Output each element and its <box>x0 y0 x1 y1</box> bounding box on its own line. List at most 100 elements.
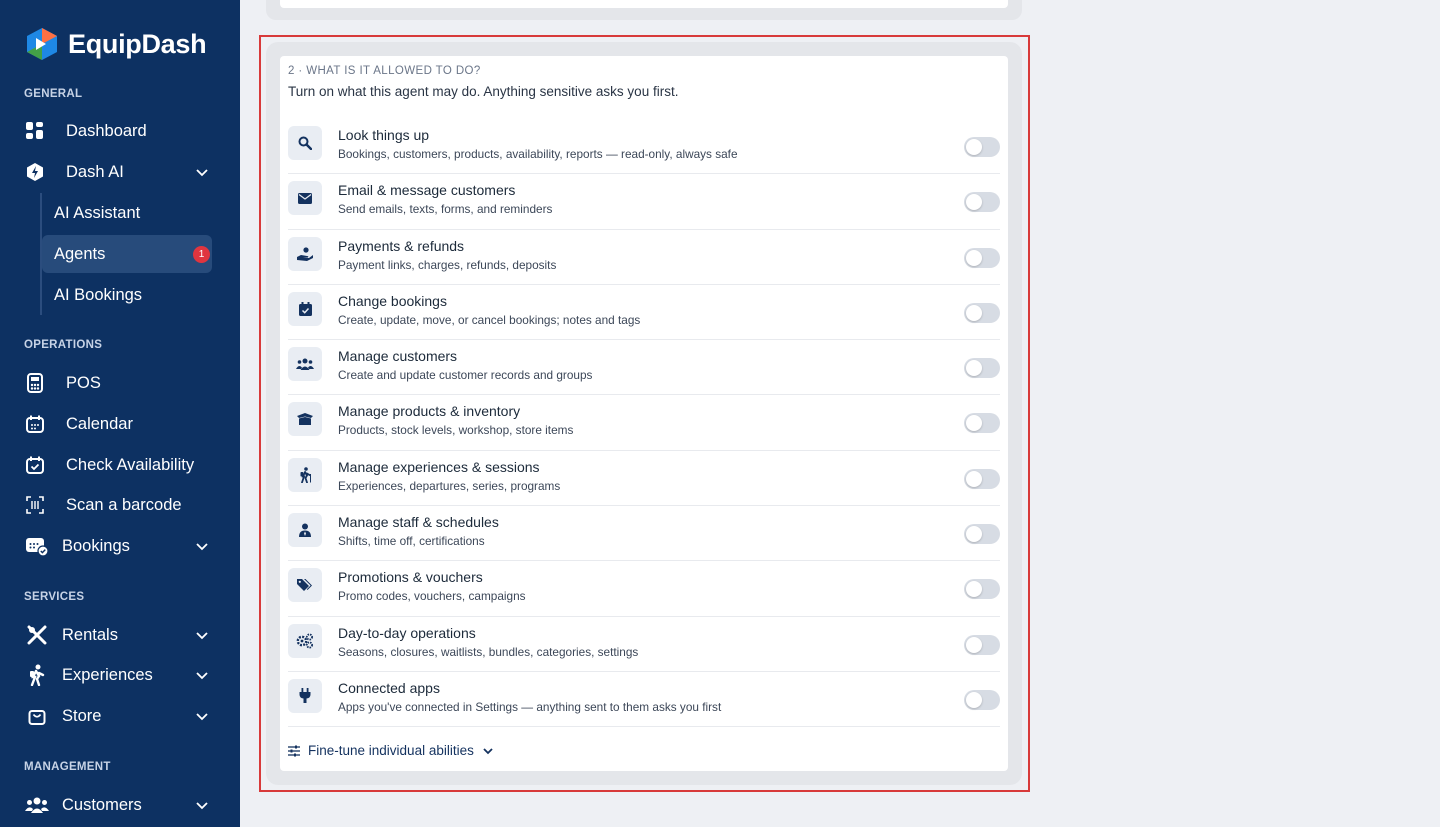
sidebar-item-label: Store <box>62 706 102 725</box>
sidebar-item-agents[interactable]: Agents 1 <box>42 235 212 273</box>
toggle-knob <box>966 139 982 155</box>
permission-toggle-staff-schedules[interactable] <box>964 524 1000 545</box>
grid-icon <box>24 120 46 142</box>
permission-subtitle: Experiences, departures, series, program… <box>338 478 561 493</box>
permission-subtitle: Create and update customer records and g… <box>338 368 593 383</box>
chevron-down-icon[interactable] <box>194 667 210 683</box>
sidebar-item-customers[interactable]: Customers <box>24 788 216 822</box>
sidebar: EquipDash GENERAL Dashboard Dash AI AI A… <box>0 0 240 827</box>
toggle-knob <box>966 636 982 653</box>
search-icon <box>288 126 322 160</box>
permission-toggle-day-to-day-operations[interactable] <box>964 634 1000 655</box>
toggle-knob <box>966 581 982 598</box>
sidebar-item-experiences[interactable]: Experiences <box>24 658 216 692</box>
chevron-down-icon[interactable] <box>194 627 210 643</box>
staff-icon <box>288 513 322 548</box>
permission-row-connected-apps: Connected apps Apps you've connected in … <box>288 672 1000 728</box>
permission-row-experiences-sessions: Manage experiences & sessions Experience… <box>288 451 1000 507</box>
sidebar-item-ai-bookings[interactable]: AI Bookings <box>42 276 212 314</box>
sidebar-item-ai-assistant[interactable]: AI Assistant <box>42 194 212 232</box>
permission-title: Promotions & vouchers <box>338 569 483 586</box>
hiker-icon <box>288 457 322 492</box>
toggle-knob <box>966 360 982 377</box>
sidebar-item-label: Dashboard <box>66 121 147 140</box>
sidebar-item-scan-barcode[interactable]: Scan a barcode <box>24 488 216 522</box>
permission-row-look-things-up: Look things up Bookings, customers, prod… <box>288 119 1000 175</box>
equipdash-logo-icon <box>27 28 57 60</box>
permissions-card: 2 · WHAT IS IT ALLOWED TO DO? Turn on wh… <box>280 56 1008 771</box>
permission-toggle-promotions-vouchers[interactable] <box>964 579 1000 600</box>
toggle-knob <box>966 194 982 211</box>
barcode-scan-icon <box>24 494 46 516</box>
pos-terminal-icon <box>24 372 46 394</box>
toggle-knob <box>966 526 982 543</box>
users-icon <box>24 794 50 816</box>
shopping-bag-icon <box>24 705 50 727</box>
permission-subtitle: Seasons, closures, waitlists, bundles, c… <box>338 644 639 659</box>
fine-tune-abilities-link[interactable]: Fine-tune individual abilities <box>288 743 494 758</box>
permission-row-change-bookings: Change bookings Create, update, move, or… <box>288 285 1000 341</box>
toggle-knob <box>966 249 982 266</box>
section-services: SERVICES <box>24 591 85 603</box>
permission-toggle-manage-customers[interactable] <box>964 358 1000 379</box>
permission-subtitle: Bookings, customers, products, availabil… <box>338 147 738 161</box>
chevron-down-icon[interactable] <box>194 538 210 554</box>
permission-title: Payments & refunds <box>338 237 465 254</box>
sidebar-item-pos[interactable]: POS <box>24 366 216 400</box>
sidebar-item-label: Agents <box>54 244 106 263</box>
permission-subtitle: Products, stock levels, workshop, store … <box>338 423 574 438</box>
sidebar-item-label: Check Availability <box>66 455 195 474</box>
permission-toggle-experiences-sessions[interactable] <box>964 468 1000 489</box>
hiker-icon <box>24 664 50 686</box>
brand[interactable]: EquipDash <box>24 26 207 62</box>
sidebar-item-store[interactable]: Store <box>24 699 216 733</box>
sidebar-item-calendar[interactable]: Calendar <box>24 407 216 441</box>
permission-toggle-look-things-up[interactable] <box>964 137 1000 157</box>
sidebar-item-label: Calendar <box>66 414 133 433</box>
sidebar-item-rentals[interactable]: Rentals <box>24 618 216 652</box>
permission-subtitle: Shifts, time off, certifications <box>338 534 485 549</box>
permission-subtitle: Apps you've connected in Settings — anyt… <box>338 699 722 714</box>
sidebar-item-bookings[interactable]: Bookings <box>24 529 216 563</box>
sidebar-item-dash-ai[interactable]: Dash AI <box>24 155 216 189</box>
sidebar-item-label: POS <box>66 373 101 392</box>
chevron-down-icon[interactable] <box>194 164 210 180</box>
chevron-down-icon[interactable] <box>194 708 210 724</box>
permission-title: Email & message customers <box>338 182 516 199</box>
permission-title: Day-to-day operations <box>338 624 476 641</box>
section-operations: OPERATIONS <box>24 339 103 351</box>
hand-coin-icon <box>288 236 322 271</box>
permission-title: Manage staff & schedules <box>338 514 499 531</box>
permission-row-email-message: Email & message customers Send emails, t… <box>288 174 1000 230</box>
users-icon <box>288 347 322 382</box>
sidebar-item-label: Rentals <box>62 625 118 644</box>
chevron-down-icon <box>483 747 493 754</box>
sidebar-item-dashboard[interactable]: Dashboard <box>24 114 216 148</box>
step-label: 2 · WHAT IS IT ALLOWED TO DO? <box>288 65 481 77</box>
permission-toggle-connected-apps[interactable] <box>964 689 1000 710</box>
ai-shield-icon <box>24 161 46 183</box>
sidebar-item-check-availability[interactable]: Check Availability <box>24 448 216 482</box>
sidebar-item-label: Experiences <box>62 665 153 684</box>
permission-toggle-payments[interactable] <box>964 247 1000 268</box>
toggle-knob <box>966 304 982 321</box>
permission-row-payments: Payments & refunds Payment links, charge… <box>288 230 1000 285</box>
calendar-icon <box>24 413 46 435</box>
permission-row-products-inventory: Manage products & inventory Products, st… <box>288 395 1000 451</box>
previous-card <box>280 0 1008 8</box>
toggle-knob <box>966 470 982 487</box>
permission-title: Change bookings <box>338 292 447 309</box>
permission-toggle-products-inventory[interactable] <box>964 413 1000 434</box>
permission-subtitle: Promo codes, vouchers, campaigns <box>338 589 526 604</box>
permission-toggle-change-bookings[interactable] <box>964 302 1000 323</box>
envelope-icon <box>288 181 322 216</box>
permission-row-day-to-day-operations: Day-to-day operations Seasons, closures,… <box>288 617 1000 672</box>
section-management: MANAGEMENT <box>24 761 111 773</box>
chevron-down-icon[interactable] <box>194 797 210 813</box>
ski-icon <box>24 624 50 646</box>
plug-icon <box>288 678 322 713</box>
gears-icon <box>288 623 322 658</box>
agents-count-badge: 1 <box>193 246 210 263</box>
permission-toggle-email-message[interactable] <box>964 192 1000 213</box>
permission-title: Manage experiences & sessions <box>338 458 540 475</box>
